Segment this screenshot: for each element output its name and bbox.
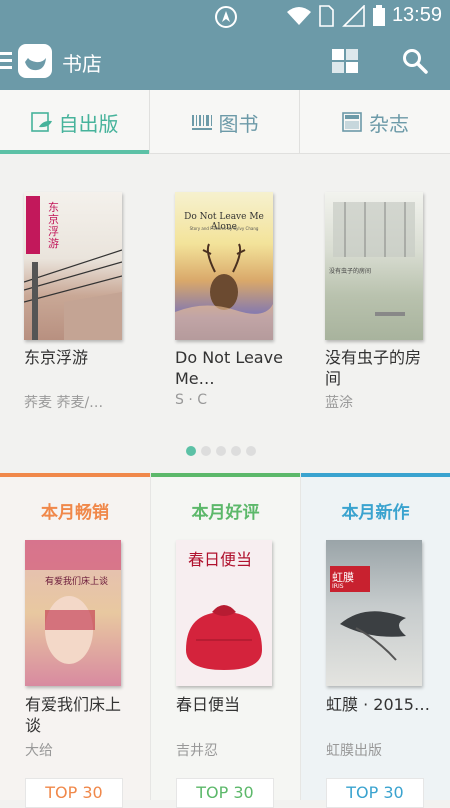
pager-dot[interactable]: [246, 446, 256, 456]
book-title[interactable]: Do Not Leave Me…: [175, 347, 285, 389]
cover-title: 没有虫子的房间: [329, 268, 372, 275]
signal-icon: [342, 5, 365, 27]
barcode-icon: [191, 115, 212, 130]
book-author[interactable]: 吉井忍: [176, 740, 286, 760]
book-title[interactable]: 没有虫子的房间: [325, 347, 435, 389]
grid-view-icon[interactable]: [332, 49, 358, 73]
sim-icon: [319, 5, 334, 27]
tab-self-publish[interactable]: 自出版: [0, 90, 150, 154]
cover-art: [24, 196, 122, 340]
book-author[interactable]: S · C: [175, 392, 295, 408]
battery-icon: [373, 5, 385, 26]
pager-dot[interactable]: [231, 446, 241, 456]
book-title[interactable]: 虹膜 · 2015…: [326, 694, 436, 715]
monthly-bestseller-column: 本月畅销 有爱我们床上谈 有爱我们床上谈 大给 TOP 30: [0, 473, 150, 808]
cover-title: 春日便当: [188, 550, 253, 569]
cover-title: 有爱我们床上谈: [45, 577, 109, 587]
book-cover[interactable]: 没有虫子的房间: [325, 192, 423, 340]
cover-subtitle: Story and Pictures by Sylvy Chang: [189, 226, 259, 231]
pager-dot[interactable]: [186, 446, 196, 456]
status-time: 13:59: [391, 4, 442, 26]
book-cover[interactable]: Do Not Leave Me Alone Story and Pictures…: [175, 192, 273, 340]
menu-icon[interactable]: [0, 52, 14, 70]
book-author[interactable]: 大给: [25, 740, 135, 760]
cover-art: [25, 540, 121, 664]
app-logo[interactable]: [18, 44, 52, 78]
magazine-icon: [342, 112, 362, 132]
category-tabs: 自出版 图书 杂志: [0, 90, 450, 154]
column-title[interactable]: 本月新作: [301, 498, 450, 523]
book-cover[interactable]: 春日便当: [176, 540, 272, 686]
pager-dot[interactable]: [201, 446, 211, 456]
book-title[interactable]: 有爱我们床上谈: [25, 694, 135, 736]
column-accent-bar: [0, 473, 150, 477]
book-cover[interactable]: 东京浮游: [24, 192, 122, 340]
search-icon[interactable]: [402, 48, 428, 74]
book-author[interactable]: 荞麦 荞麦/…: [24, 392, 144, 412]
cover-title: 东京浮游: [48, 201, 59, 250]
tab-books[interactable]: 图书: [150, 90, 300, 154]
column-title[interactable]: 本月畅销: [0, 498, 150, 523]
bird-logo-icon: [25, 58, 46, 71]
book-author[interactable]: 虹膜出版: [326, 740, 436, 760]
page-title: 书店: [62, 52, 102, 76]
tab-label: 自出版: [58, 111, 119, 136]
self-publish-icon: [30, 112, 52, 132]
book-title[interactable]: 东京浮游: [24, 347, 144, 368]
location-icon: [215, 6, 237, 28]
pager-dot[interactable]: [216, 446, 226, 456]
tab-label: 图书: [218, 111, 259, 136]
tab-magazines[interactable]: 杂志: [300, 90, 450, 154]
book-cover[interactable]: 虹膜 IRIS: [326, 540, 422, 686]
featured-carousel[interactable]: 东京浮游 Do Not Leave Me Alone Story and Pic…: [0, 155, 450, 473]
column-accent-bar: [151, 473, 300, 477]
app-bar: 书店: [0, 32, 450, 90]
cover-subtitle: IRIS: [332, 583, 344, 590]
top30-button[interactable]: TOP 30: [326, 778, 424, 808]
column-title[interactable]: 本月好评: [151, 498, 300, 523]
book-title[interactable]: 春日便当: [176, 694, 286, 715]
monthly-new-column: 本月新作 虹膜 IRIS 虹膜 · 2015… 虹膜出版 TOP 30: [300, 473, 450, 808]
cover-art: [330, 566, 406, 661]
book-author[interactable]: 蓝涂: [325, 392, 445, 412]
tab-label: 杂志: [369, 111, 409, 136]
carousel-pager: [186, 441, 261, 456]
book-cover[interactable]: 有爱我们床上谈: [25, 540, 121, 686]
wifi-icon: [287, 7, 311, 25]
column-accent-bar: [301, 473, 450, 477]
monthly-acclaimed-column: 本月好评 春日便当 春日便当 吉井忍 TOP 30: [150, 473, 300, 808]
top30-button[interactable]: TOP 30: [25, 778, 123, 808]
top30-button[interactable]: TOP 30: [176, 778, 274, 808]
status-bar: 13:59: [0, 0, 450, 32]
